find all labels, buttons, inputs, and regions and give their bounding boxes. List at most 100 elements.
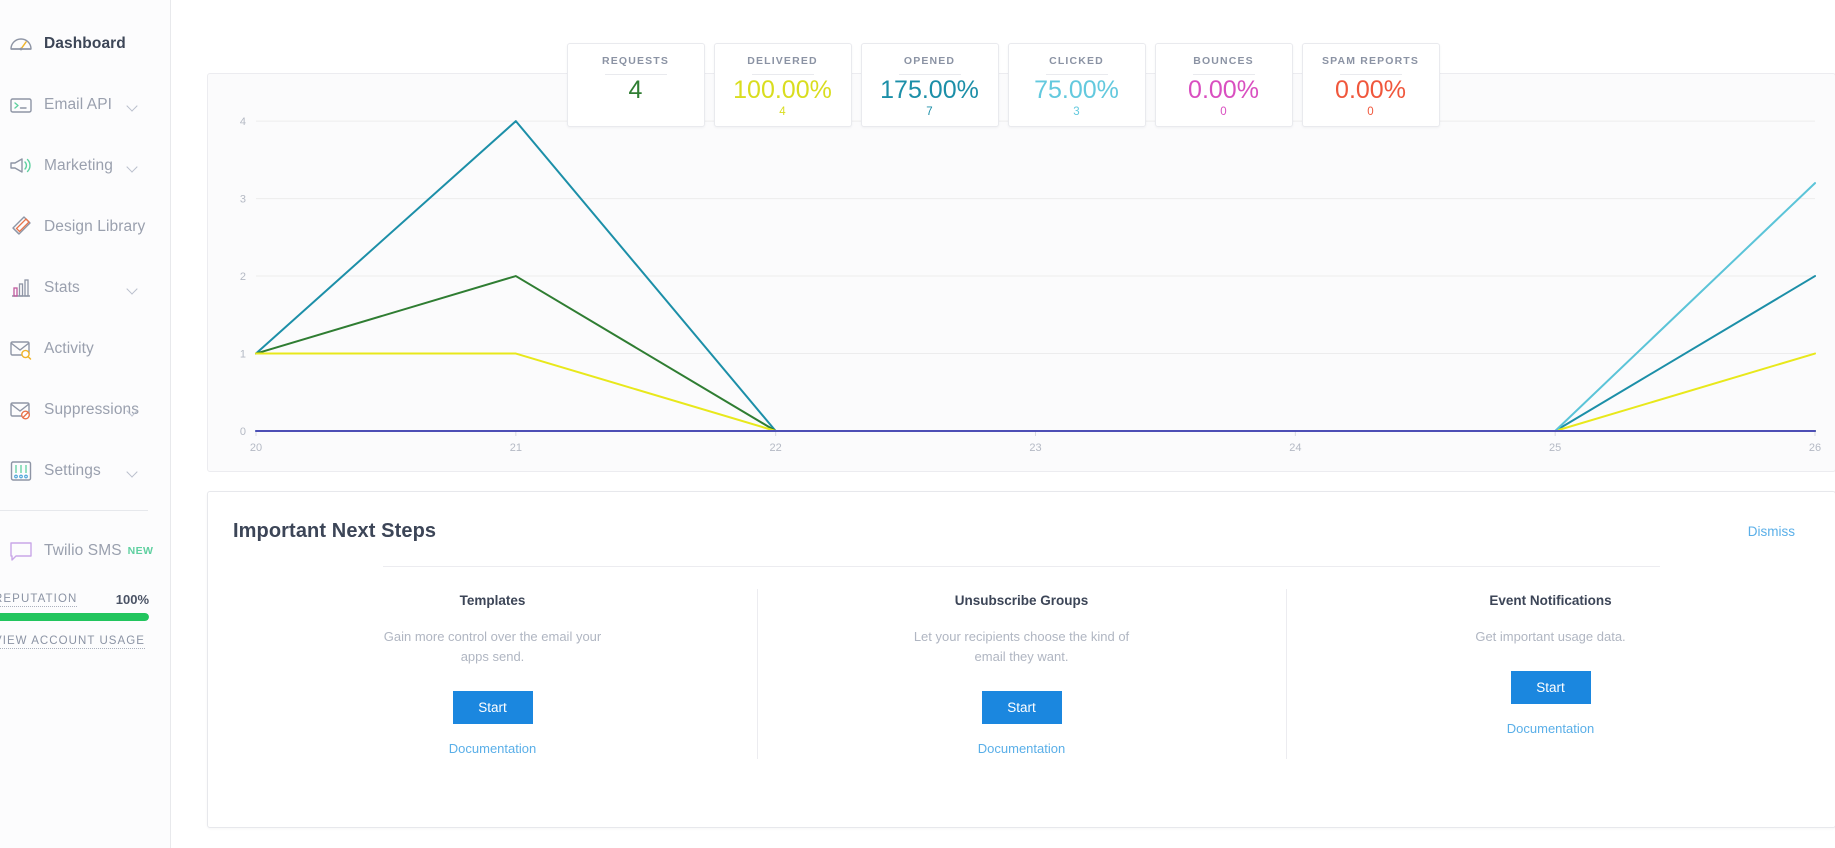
start-button[interactable]: Start — [981, 691, 1062, 724]
documentation-link[interactable]: Documentation — [1507, 721, 1594, 736]
sidebar-divider — [0, 510, 148, 511]
sidebar-item-twilio-sms[interactable]: Twilio SMS NEW — [0, 529, 170, 573]
next-step-description: Gain more control over the email your ap… — [383, 629, 602, 664]
stat-card-title: REQUESTS — [602, 55, 669, 67]
sidebar-item-marketing[interactable]: Marketing — [0, 144, 170, 188]
reputation-block: REPUTATION 100% VIEW ACCOUNT USAGE — [0, 592, 171, 649]
stat-card-value: 100.00% — [733, 76, 832, 104]
stat-card-opened[interactable]: OPENED 175.00% 7 — [860, 43, 999, 127]
view-account-usage-link[interactable]: VIEW ACCOUNT USAGE — [0, 635, 145, 649]
next-step-description: Let your recipients choose the kind of e… — [913, 629, 1130, 664]
stat-card-requests[interactable]: REQUESTS 4 — [566, 43, 705, 127]
svg-text:25: 25 — [1549, 442, 1561, 454]
stat-card-subvalue: 4 — [779, 105, 786, 118]
sidebar-item-stats[interactable]: Stats — [0, 266, 170, 310]
chevron-down-icon[interactable] — [126, 466, 138, 478]
sidebar-item-label: Email API — [44, 96, 113, 113]
next-step-column-templates: Templates Gain more control over the emai… — [228, 593, 757, 756]
documentation-link[interactable]: Documentation — [449, 741, 536, 756]
next-steps-divider — [383, 566, 1660, 567]
next-step-title: Templates — [459, 593, 526, 608]
reputation-label[interactable]: REPUTATION — [0, 593, 78, 607]
stat-card-bounces[interactable]: BOUNCES 0.00% 0 — [1154, 43, 1293, 127]
svg-text:20: 20 — [250, 442, 262, 454]
next-step-title: Unsubscribe Groups — [954, 593, 1089, 608]
envelope-search-icon — [8, 336, 34, 362]
sidebar: Dashboard Email API Marketing Design Librar… — [0, 0, 171, 848]
stat-card-delivered[interactable]: DELIVERED 100.00% 4 — [713, 43, 852, 127]
sidebar-item-design-library[interactable]: Design Library — [0, 205, 170, 249]
next-step-description: Get important usage data. — [1475, 629, 1626, 644]
main-content: 0 1 2 3 4 20 21 22 23 24 25 26 REQUESTS 4 DELIVERED 10… — [171, 0, 1835, 848]
stat-card-subvalue: 3 — [1073, 105, 1080, 118]
sidebar-item-suppressions[interactable]: Suppressions — [0, 388, 170, 432]
stats-line-chart[interactable]: 0123420 21 22 23 24 25 26 — [208, 74, 1835, 473]
next-step-title: Event Notifications — [1489, 593, 1612, 608]
sidebar-item-email-api[interactable]: Email API — [0, 83, 170, 127]
svg-text:2: 2 — [240, 271, 246, 283]
stat-card-title: CLICKED — [1049, 55, 1104, 67]
app-root: Dashboard Email API Marketing Design Librar… — [0, 0, 1835, 848]
sidebar-nav-list: Dashboard Email API Marketing Design Librar… — [0, 22, 170, 493]
new-badge: NEW — [127, 545, 154, 557]
sidebar-item-label: Suppressions — [44, 401, 140, 418]
svg-text:22: 22 — [770, 442, 782, 454]
stat-card-rule — [604, 74, 667, 75]
stat-card-value: 0.00% — [1188, 76, 1259, 104]
stat-card-spam-reports[interactable]: SPAM REPORTS 0.00% 0 — [1301, 43, 1440, 127]
pencil-ruler-icon — [8, 214, 34, 240]
sidebar-item-label: Dashboard — [44, 35, 126, 52]
sidebar-item-label: Design Library — [44, 218, 146, 235]
stat-card-value: 0.00% — [1335, 76, 1406, 104]
next-steps-columns: Templates Gain more control over the emai… — [208, 589, 1835, 759]
reputation-row: REPUTATION 100% — [0, 592, 171, 607]
stat-card-rule — [1192, 74, 1255, 75]
svg-text:24: 24 — [1289, 442, 1301, 454]
stat-card-clicked[interactable]: CLICKED 75.00% 3 — [1007, 43, 1146, 127]
sidebar-item-label: Stats — [44, 279, 80, 296]
bar-chart-icon — [8, 275, 34, 301]
next-steps-header: Important Next Steps Dismiss — [208, 492, 1835, 543]
sidebar-item-activity[interactable]: Activity — [0, 327, 170, 371]
svg-text:0: 0 — [240, 426, 246, 438]
stat-card-subvalue: 7 — [926, 105, 933, 118]
stat-card-subvalue: 0 — [1220, 105, 1227, 118]
start-button[interactable]: Start — [452, 691, 533, 724]
stat-card-rule — [1339, 74, 1402, 75]
important-next-steps-panel: Important Next Steps Dismiss Templates Ga… — [207, 491, 1835, 828]
stat-card-title: DELIVERED — [747, 55, 818, 67]
sidebar-item-label: Settings — [44, 462, 101, 479]
svg-text:26: 26 — [1809, 442, 1821, 454]
sidebar-item-settings[interactable]: Settings — [0, 449, 170, 493]
chat-bubble-icon — [8, 538, 34, 564]
megaphone-icon — [8, 153, 34, 179]
svg-text:21: 21 — [510, 442, 522, 454]
svg-text:3: 3 — [240, 194, 246, 206]
chevron-down-icon[interactable] — [126, 100, 138, 112]
svg-text:23: 23 — [1029, 442, 1041, 454]
terminal-icon — [8, 92, 34, 118]
stat-card-value: 4 — [628, 76, 643, 104]
reputation-percent: 100% — [115, 592, 149, 607]
stat-card-rule — [898, 74, 961, 75]
start-button[interactable]: Start — [1510, 671, 1591, 704]
envelope-block-icon — [8, 397, 34, 423]
next-step-column-event-notifications: Event Notifications Get important usage d… — [1286, 589, 1815, 759]
sidebar-item-label: Activity — [44, 340, 94, 357]
sidebar-item-dashboard[interactable]: Dashboard — [0, 22, 170, 66]
sidebar-item-label: Marketing — [44, 157, 113, 174]
stat-card-title: BOUNCES — [1193, 55, 1254, 67]
stat-card-value: 75.00% — [1034, 76, 1119, 104]
documentation-link[interactable]: Documentation — [978, 741, 1065, 756]
chevron-down-icon[interactable] — [126, 161, 138, 173]
stat-card-title: SPAM REPORTS — [1321, 55, 1420, 67]
svg-text:1: 1 — [240, 349, 246, 361]
reputation-progress-fill — [0, 613, 149, 621]
stat-card-rule — [1045, 74, 1108, 75]
sliders-icon — [8, 458, 34, 484]
chevron-down-icon[interactable] — [126, 283, 138, 295]
stat-cards-row: REQUESTS 4 DELIVERED 100.00% 4 OPENED 175.00% 7… — [171, 43, 1835, 127]
dismiss-link[interactable]: Dismiss — [1748, 524, 1795, 539]
reputation-progress-bar — [0, 613, 149, 621]
stat-card-subvalue: 0 — [1367, 105, 1374, 118]
